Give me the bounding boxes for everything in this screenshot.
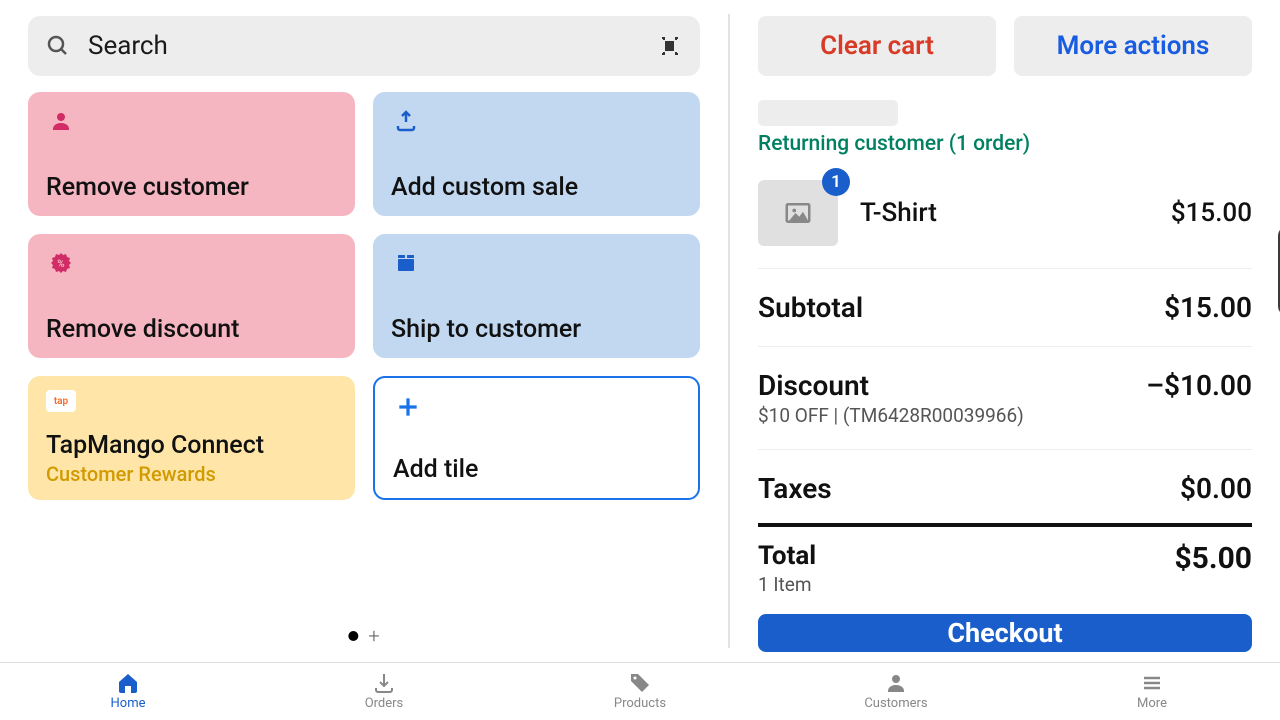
tapmango-badge: tap: [46, 390, 76, 412]
nav-label: Customers: [864, 696, 927, 711]
svg-text:%: %: [57, 259, 64, 270]
customer-name-redacted: [758, 100, 898, 126]
subtotal-value: $15.00: [1164, 291, 1252, 324]
bottom-nav: Home Orders Products Customers More: [0, 662, 1280, 720]
total-value: $5.00: [1174, 541, 1252, 576]
taxes-value: $0.00: [1180, 472, 1252, 505]
home-icon: [116, 672, 140, 694]
tile-tapmango[interactable]: tap TapMango Connect Customer Rewards: [28, 376, 355, 500]
tile-label: Add tile: [393, 455, 680, 484]
tile-add[interactable]: Add tile: [373, 376, 700, 500]
person-icon: [46, 106, 76, 136]
products-icon: [628, 672, 652, 694]
tile-add-custom-sale[interactable]: Add custom sale: [373, 92, 700, 216]
tile-sublabel: Customer Rewards: [46, 462, 337, 486]
nav-label: Products: [614, 696, 666, 711]
item-qty-badge: 1: [822, 168, 850, 196]
tile-label: Remove discount: [46, 315, 337, 344]
nav-more[interactable]: More: [1024, 663, 1280, 720]
nav-products[interactable]: Products: [512, 663, 768, 720]
nav-label: More: [1137, 696, 1167, 711]
taxes-label: Taxes: [758, 472, 832, 505]
tile-label: Add custom sale: [391, 173, 682, 202]
customers-icon: [884, 672, 908, 694]
tile-label: Remove customer: [46, 173, 337, 202]
cart-item[interactable]: 1 T-Shirt $15.00: [758, 180, 1252, 246]
nav-label: Orders: [365, 696, 404, 711]
pager-add-icon[interactable]: +: [368, 624, 379, 648]
discount-label: Discount: [758, 369, 1024, 402]
search-icon: [46, 34, 70, 58]
tiles-grid: Remove customer Add custom sale % Remove…: [28, 92, 700, 500]
subtotal-label: Subtotal: [758, 291, 863, 324]
tile-remove-customer[interactable]: Remove customer: [28, 92, 355, 216]
package-icon: [391, 248, 421, 278]
nav-customers[interactable]: Customers: [768, 663, 1024, 720]
more-icon: [1140, 672, 1164, 694]
more-actions-button[interactable]: More actions: [1014, 16, 1252, 76]
discount-value: –$10.00: [1146, 369, 1252, 402]
total-item-count: 1 Item: [758, 573, 816, 596]
page-indicator: +: [348, 624, 379, 648]
upload-icon: [391, 106, 421, 136]
checkout-button[interactable]: Checkout: [758, 614, 1252, 652]
tile-remove-discount[interactable]: % Remove discount: [28, 234, 355, 358]
item-name: T-Shirt: [860, 198, 1171, 228]
nav-label: Home: [111, 696, 146, 711]
search-placeholder: Search: [88, 31, 658, 61]
barcode-icon[interactable]: [658, 34, 682, 58]
tile-label: TapMango Connect: [46, 431, 337, 460]
item-price: $15.00: [1171, 198, 1252, 228]
item-thumbnail: 1: [758, 180, 838, 246]
nav-orders[interactable]: Orders: [256, 663, 512, 720]
discount-detail: $10 OFF | (TM6428R00039966): [758, 404, 1024, 427]
nav-home[interactable]: Home: [0, 663, 256, 720]
customer-status: Returning customer (1 order): [758, 132, 1252, 156]
total-label: Total: [758, 541, 816, 571]
tile-ship-to-customer[interactable]: Ship to customer: [373, 234, 700, 358]
plus-icon: [393, 392, 423, 422]
clear-cart-button[interactable]: Clear cart: [758, 16, 996, 76]
discount-icon: %: [46, 248, 76, 278]
orders-icon: [372, 672, 396, 694]
pager-dot: [348, 631, 358, 641]
tile-label: Ship to customer: [391, 315, 682, 344]
search-bar[interactable]: Search: [28, 16, 700, 76]
